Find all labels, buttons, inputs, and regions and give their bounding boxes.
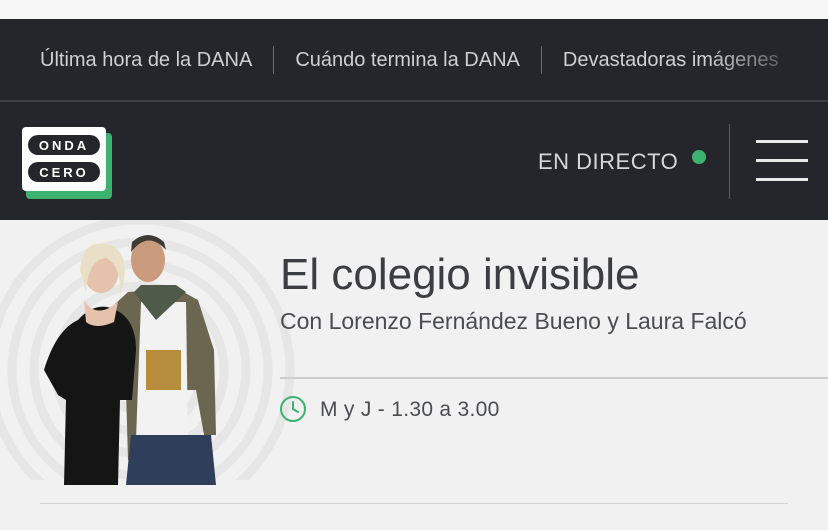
top-strip bbox=[0, 0, 828, 19]
trending-link-cuando-termina[interactable]: Cuándo termina la DANA bbox=[273, 45, 541, 74]
program-title: El colegio invisible bbox=[280, 250, 640, 299]
logo-text-cero: CERO bbox=[39, 165, 89, 180]
program-separator bbox=[280, 377, 828, 379]
scroll-fade bbox=[708, 19, 828, 100]
header-separator bbox=[729, 124, 730, 199]
live-indicator-dot bbox=[692, 150, 706, 164]
bottom-separator bbox=[40, 503, 788, 504]
program-card: El colegio invisible Con Lorenzo Fernánd… bbox=[0, 220, 828, 530]
hosts-photo bbox=[44, 235, 216, 485]
trending-link-ultima-hora[interactable]: Última hora de la DANA bbox=[0, 46, 273, 74]
program-hosts: Con Lorenzo Fernández Bueno y Laura Falc… bbox=[280, 308, 747, 334]
onda-cero-logo[interactable]: ONDA CERO bbox=[22, 127, 112, 199]
live-link[interactable]: EN DIRECTO bbox=[538, 149, 678, 175]
hamburger-menu-icon[interactable] bbox=[756, 140, 808, 182]
site-header: ONDA CERO EN DIRECTO bbox=[0, 102, 828, 220]
program-schedule: M y J - 1.30 a 3.00 bbox=[320, 398, 500, 421]
trending-topics-bar: Última hora de la DANA Cuándo termina la… bbox=[0, 19, 828, 100]
logo-text-onda: ONDA bbox=[39, 138, 89, 153]
clock-icon bbox=[280, 396, 306, 422]
